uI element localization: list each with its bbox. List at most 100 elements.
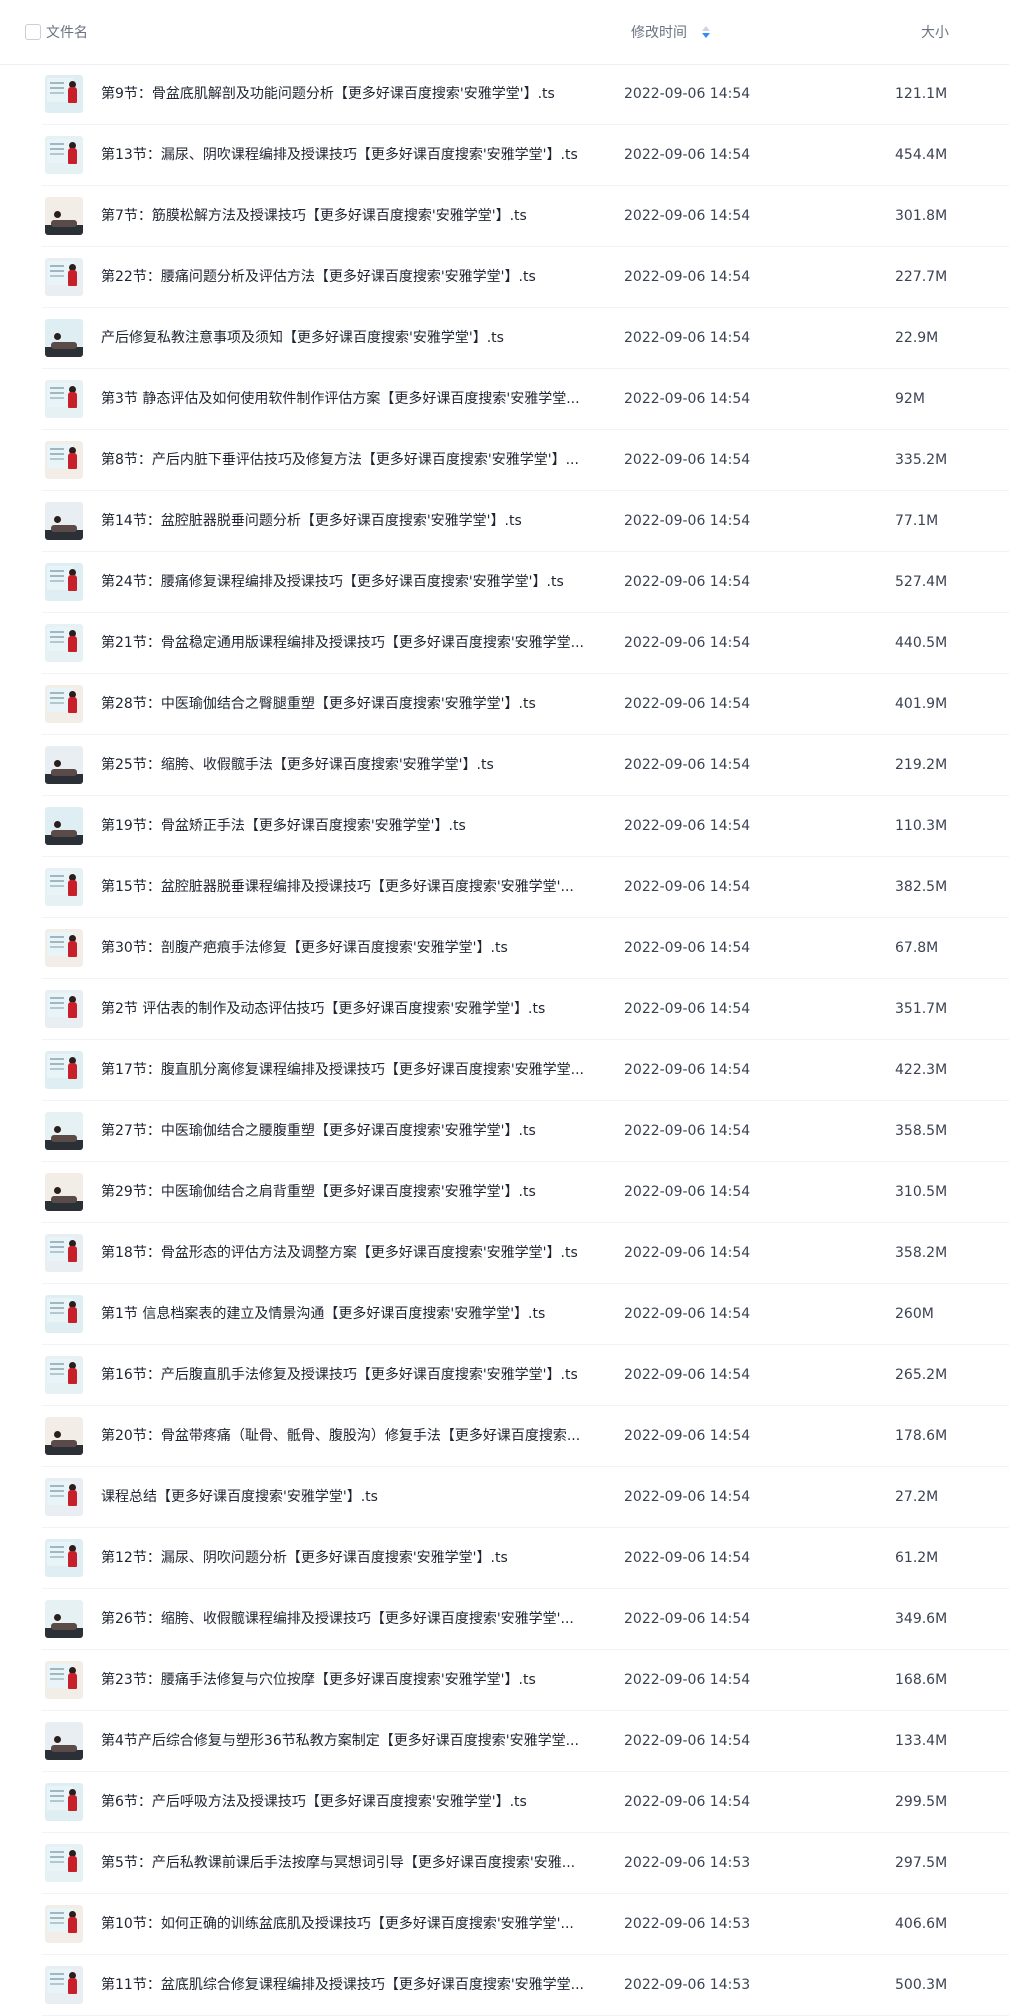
file-row[interactable]: 第26节：缩胯、收假髋课程编排及授课技巧【更多好课百度搜索'安雅学堂'... 20… — [42, 1589, 1009, 1650]
column-header-size[interactable]: 大小 — [921, 22, 949, 42]
file-name[interactable]: 第13节：漏尿、阴吹课程编排及授课技巧【更多好课百度搜索'安雅学堂'】.ts — [101, 145, 641, 165]
video-thumbnail[interactable] — [45, 258, 83, 296]
video-thumbnail[interactable] — [45, 1905, 83, 1943]
video-thumbnail[interactable] — [45, 868, 83, 906]
video-thumbnail[interactable] — [45, 1661, 83, 1699]
file-name[interactable]: 产后修复私教注意事项及须知【更多好课百度搜索'安雅学堂'】.ts — [101, 328, 641, 348]
video-thumbnail[interactable] — [45, 563, 83, 601]
file-row[interactable]: 产后修复私教注意事项及须知【更多好课百度搜索'安雅学堂'】.ts 2022-09-… — [42, 308, 1009, 369]
file-name[interactable]: 第29节：中医瑜伽结合之肩背重塑【更多好课百度搜索'安雅学堂'】.ts — [101, 1182, 641, 1202]
file-name[interactable]: 第2节 评估表的制作及动态评估技巧【更多好课百度搜索'安雅学堂'】.ts — [101, 999, 641, 1019]
video-thumbnail[interactable] — [45, 685, 83, 723]
file-row[interactable]: 第9节：骨盆底肌解剖及功能问题分析【更多好课百度搜索'安雅学堂'】.ts 2022… — [42, 64, 1009, 125]
file-name[interactable]: 第3节 静态评估及如何使用软件制作评估方案【更多好课百度搜索'安雅学堂... — [101, 389, 641, 409]
file-name[interactable]: 第18节：骨盆形态的评估方法及调整方案【更多好课百度搜索'安雅学堂'】.ts — [101, 1243, 641, 1263]
file-row[interactable]: 第6节：产后呼吸方法及授课技巧【更多好课百度搜索'安雅学堂'】.ts 2022-0… — [42, 1772, 1009, 1833]
file-name[interactable]: 第7节：筋膜松解方法及授课技巧【更多好课百度搜索'安雅学堂'】.ts — [101, 206, 641, 226]
video-thumbnail[interactable] — [45, 624, 83, 662]
video-thumbnail[interactable] — [45, 1173, 83, 1211]
file-row[interactable]: 第18节：骨盆形态的评估方法及调整方案【更多好课百度搜索'安雅学堂'】.ts 20… — [42, 1223, 1009, 1284]
file-row[interactable]: 第1节 信息档案表的建立及情景沟通【更多好课百度搜索'安雅学堂'】.ts 2022… — [42, 1284, 1009, 1345]
sort-desc-icon[interactable] — [701, 24, 711, 40]
video-thumbnail[interactable] — [45, 75, 83, 113]
file-name[interactable]: 第11节：盆底肌综合修复课程编排及授课技巧【更多好课百度搜索'安雅学堂... — [101, 1975, 641, 1995]
file-name[interactable]: 第19节：骨盆矫正手法【更多好课百度搜索'安雅学堂'】.ts — [101, 816, 641, 836]
video-thumbnail[interactable] — [45, 1112, 83, 1150]
file-name[interactable]: 第16节：产后腹直肌手法修复及授课技巧【更多好课百度搜索'安雅学堂'】.ts — [101, 1365, 641, 1385]
file-name[interactable]: 第30节：剖腹产疤痕手法修复【更多好课百度搜索'安雅学堂'】.ts — [101, 938, 641, 958]
video-thumbnail[interactable] — [45, 1234, 83, 1272]
video-thumbnail[interactable] — [45, 1600, 83, 1638]
video-thumbnail[interactable] — [45, 319, 83, 357]
video-thumbnail[interactable] — [45, 380, 83, 418]
video-thumbnail[interactable] — [45, 441, 83, 479]
file-row[interactable]: 第11节：盆底肌综合修复课程编排及授课技巧【更多好课百度搜索'安雅学堂... 20… — [42, 1955, 1009, 2016]
file-row[interactable]: 第24节：腰痛修复课程编排及授课技巧【更多好课百度搜索'安雅学堂'】.ts 202… — [42, 552, 1009, 613]
file-row[interactable]: 第17节：腹直肌分离修复课程编排及授课技巧【更多好课百度搜索'安雅学堂... 20… — [42, 1040, 1009, 1101]
file-name[interactable]: 第15节：盆腔脏器脱垂课程编排及授课技巧【更多好课百度搜索'安雅学堂'... — [101, 877, 641, 897]
file-name[interactable]: 第25节：缩胯、收假髋手法【更多好课百度搜索'安雅学堂'】.ts — [101, 755, 641, 775]
file-row[interactable]: 第19节：骨盆矫正手法【更多好课百度搜索'安雅学堂'】.ts 2022-09-06… — [42, 796, 1009, 857]
video-thumbnail[interactable] — [45, 136, 83, 174]
file-name[interactable]: 第22节：腰痛问题分析及评估方法【更多好课百度搜索'安雅学堂'】.ts — [101, 267, 641, 287]
file-row[interactable]: 第3节 静态评估及如何使用软件制作评估方案【更多好课百度搜索'安雅学堂... 20… — [42, 369, 1009, 430]
file-name[interactable]: 第14节：盆腔脏器脱垂问题分析【更多好课百度搜索'安雅学堂'】.ts — [101, 511, 641, 531]
file-row[interactable]: 第20节：骨盆带疼痛（耻骨、骶骨、腹股沟）修复手法【更多好课百度搜索... 202… — [42, 1406, 1009, 1467]
video-thumbnail[interactable] — [45, 1356, 83, 1394]
file-row[interactable]: 第16节：产后腹直肌手法修复及授课技巧【更多好课百度搜索'安雅学堂'】.ts 20… — [42, 1345, 1009, 1406]
file-name[interactable]: 课程总结【更多好课百度搜索'安雅学堂'】.ts — [101, 1487, 641, 1507]
file-row[interactable]: 第14节：盆腔脏器脱垂问题分析【更多好课百度搜索'安雅学堂'】.ts 2022-0… — [42, 491, 1009, 552]
file-name[interactable]: 第8节：产后内脏下垂评估技巧及修复方法【更多好课百度搜索'安雅学堂'】... — [101, 450, 641, 470]
file-name[interactable]: 第20节：骨盆带疼痛（耻骨、骶骨、腹股沟）修复手法【更多好课百度搜索... — [101, 1426, 641, 1446]
video-thumbnail[interactable] — [45, 807, 83, 845]
video-thumbnail[interactable] — [45, 1295, 83, 1333]
file-name[interactable]: 第9节：骨盆底肌解剖及功能问题分析【更多好课百度搜索'安雅学堂'】.ts — [101, 84, 641, 104]
video-thumbnail[interactable] — [45, 1783, 83, 1821]
file-row[interactable]: 第27节：中医瑜伽结合之腰腹重塑【更多好课百度搜索'安雅学堂'】.ts 2022-… — [42, 1101, 1009, 1162]
file-name[interactable]: 第10节：如何正确的训练盆底肌及授课技巧【更多好课百度搜索'安雅学堂'... — [101, 1914, 641, 1934]
file-row[interactable]: 第15节：盆腔脏器脱垂课程编排及授课技巧【更多好课百度搜索'安雅学堂'... 20… — [42, 857, 1009, 918]
file-row[interactable]: 第12节：漏尿、阴吹问题分析【更多好课百度搜索'安雅学堂'】.ts 2022-09… — [42, 1528, 1009, 1589]
file-row[interactable]: 第25节：缩胯、收假髋手法【更多好课百度搜索'安雅学堂'】.ts 2022-09-… — [42, 735, 1009, 796]
video-thumbnail[interactable] — [45, 1051, 83, 1089]
video-thumbnail[interactable] — [45, 1844, 83, 1882]
video-thumbnail[interactable] — [45, 929, 83, 967]
file-row[interactable]: 第7节：筋膜松解方法及授课技巧【更多好课百度搜索'安雅学堂'】.ts 2022-0… — [42, 186, 1009, 247]
column-header-name[interactable]: 文件名 — [46, 22, 88, 42]
file-name[interactable]: 第4节产后综合修复与塑形36节私教方案制定【更多好课百度搜索'安雅学堂... — [101, 1731, 641, 1751]
video-thumbnail[interactable] — [45, 1722, 83, 1760]
column-header-modified-time[interactable]: 修改时间 — [631, 22, 687, 42]
file-name[interactable]: 第12节：漏尿、阴吹问题分析【更多好课百度搜索'安雅学堂'】.ts — [101, 1548, 641, 1568]
video-thumbnail[interactable] — [45, 990, 83, 1028]
file-row[interactable]: 第29节：中医瑜伽结合之肩背重塑【更多好课百度搜索'安雅学堂'】.ts 2022-… — [42, 1162, 1009, 1223]
file-row[interactable]: 第21节：骨盆稳定通用版课程编排及授课技巧【更多好课百度搜索'安雅学堂... 20… — [42, 613, 1009, 674]
file-row[interactable]: 第10节：如何正确的训练盆底肌及授课技巧【更多好课百度搜索'安雅学堂'... 20… — [42, 1894, 1009, 1955]
file-name[interactable]: 第28节：中医瑜伽结合之臀腿重塑【更多好课百度搜索'安雅学堂'】.ts — [101, 694, 641, 714]
file-name[interactable]: 第23节：腰痛手法修复与穴位按摩【更多好课百度搜索'安雅学堂'】.ts — [101, 1670, 641, 1690]
file-row[interactable]: 第13节：漏尿、阴吹课程编排及授课技巧【更多好课百度搜索'安雅学堂'】.ts 20… — [42, 125, 1009, 186]
file-row[interactable]: 课程总结【更多好课百度搜索'安雅学堂'】.ts 2022-09-06 14:54 2… — [42, 1467, 1009, 1528]
file-name[interactable]: 第17节：腹直肌分离修复课程编排及授课技巧【更多好课百度搜索'安雅学堂... — [101, 1060, 641, 1080]
video-thumbnail[interactable] — [45, 1478, 83, 1516]
file-name[interactable]: 第24节：腰痛修复课程编排及授课技巧【更多好课百度搜索'安雅学堂'】.ts — [101, 572, 641, 592]
select-all-checkbox[interactable] — [25, 24, 41, 40]
file-row[interactable]: 第5节：产后私教课前课后手法按摩与冥想词引导【更多好课百度搜索'安雅... 202… — [42, 1833, 1009, 1894]
video-thumbnail[interactable] — [45, 197, 83, 235]
video-thumbnail[interactable] — [45, 1417, 83, 1455]
file-row[interactable]: 第30节：剖腹产疤痕手法修复【更多好课百度搜索'安雅学堂'】.ts 2022-09… — [42, 918, 1009, 979]
file-name[interactable]: 第26节：缩胯、收假髋课程编排及授课技巧【更多好课百度搜索'安雅学堂'... — [101, 1609, 641, 1629]
video-thumbnail[interactable] — [45, 1966, 83, 2004]
file-row[interactable]: 第23节：腰痛手法修复与穴位按摩【更多好课百度搜索'安雅学堂'】.ts 2022-… — [42, 1650, 1009, 1711]
file-name[interactable]: 第5节：产后私教课前课后手法按摩与冥想词引导【更多好课百度搜索'安雅... — [101, 1853, 641, 1873]
video-thumbnail[interactable] — [45, 746, 83, 784]
file-row[interactable]: 第28节：中医瑜伽结合之臀腿重塑【更多好课百度搜索'安雅学堂'】.ts 2022-… — [42, 674, 1009, 735]
file-row[interactable]: 第4节产后综合修复与塑形36节私教方案制定【更多好课百度搜索'安雅学堂... 20… — [42, 1711, 1009, 1772]
file-row[interactable]: 第8节：产后内脏下垂评估技巧及修复方法【更多好课百度搜索'安雅学堂'】... 20… — [42, 430, 1009, 491]
file-row[interactable]: 第22节：腰痛问题分析及评估方法【更多好课百度搜索'安雅学堂'】.ts 2022-… — [42, 247, 1009, 308]
file-name[interactable]: 第21节：骨盆稳定通用版课程编排及授课技巧【更多好课百度搜索'安雅学堂... — [101, 633, 641, 653]
video-thumbnail[interactable] — [45, 502, 83, 540]
file-name[interactable]: 第27节：中医瑜伽结合之腰腹重塑【更多好课百度搜索'安雅学堂'】.ts — [101, 1121, 641, 1141]
file-name[interactable]: 第6节：产后呼吸方法及授课技巧【更多好课百度搜索'安雅学堂'】.ts — [101, 1792, 641, 1812]
file-row[interactable]: 第2节 评估表的制作及动态评估技巧【更多好课百度搜索'安雅学堂'】.ts 2022… — [42, 979, 1009, 1040]
file-name[interactable]: 第1节 信息档案表的建立及情景沟通【更多好课百度搜索'安雅学堂'】.ts — [101, 1304, 641, 1324]
